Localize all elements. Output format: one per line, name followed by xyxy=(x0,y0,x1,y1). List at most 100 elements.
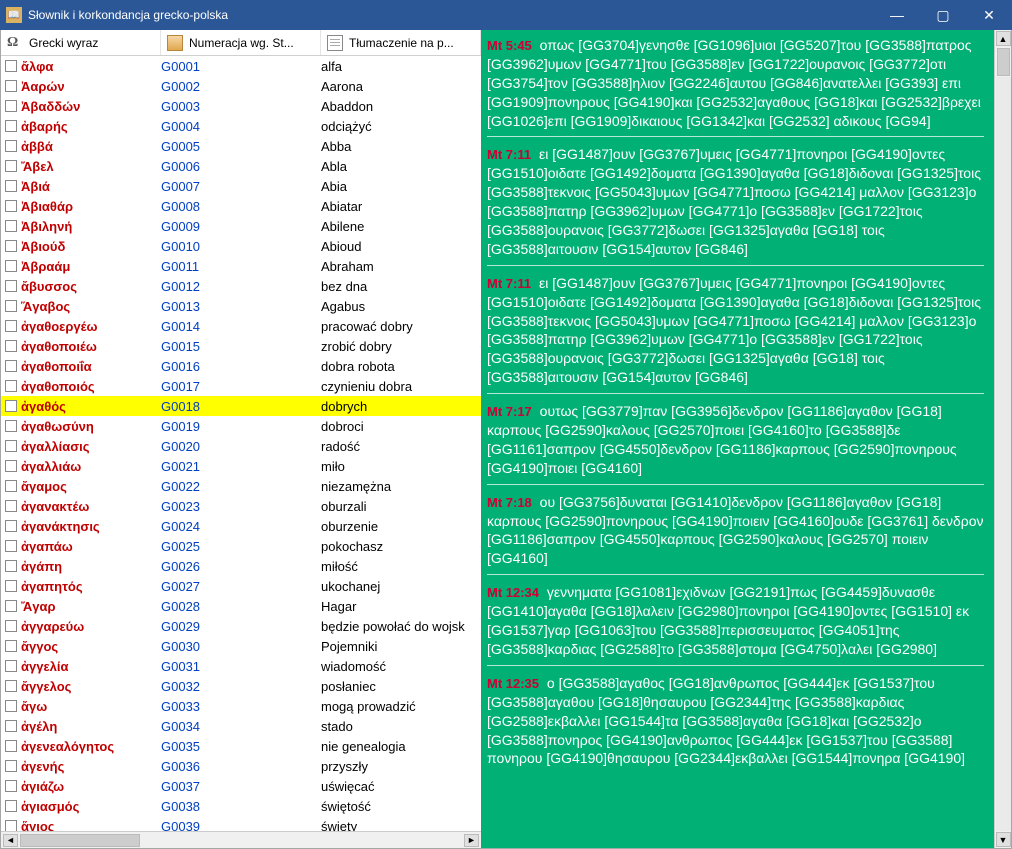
table-row[interactable]: ἈαρώνG0002Aarona xyxy=(1,76,481,96)
concordance-entry[interactable]: Mt 12:35 ο [GG3588]αγαθος [GG18]ανθρωπος… xyxy=(487,674,984,774)
table-row[interactable]: ἄγγελοςG0032posłaniec xyxy=(1,676,481,696)
translation: niezamężna xyxy=(321,479,481,494)
horizontal-scrollbar[interactable]: ◄ ► xyxy=(1,831,481,848)
concordance-panel[interactable]: Mt 5:45 οπως [GG3704]γενησθε [GG1096]υιο… xyxy=(481,30,994,848)
verse-reference: Mt 12:34 xyxy=(487,585,539,600)
concordance-entry[interactable]: Mt 7:17 ουτως [GG3779]παν [GG3956]δενδρο… xyxy=(487,402,984,485)
strong-number: G0005 xyxy=(161,139,321,154)
table-row[interactable]: ἀγαπητόςG0027ukochanej xyxy=(1,576,481,596)
table-row[interactable]: ἄγγοςG0030Pojemniki xyxy=(1,636,481,656)
table-row[interactable]: ἄβυσσοςG0012bez dna xyxy=(1,276,481,296)
strong-number: G0015 xyxy=(161,339,321,354)
app-icon: 📖 xyxy=(6,7,22,23)
verse-text: οπως [GG3704]γενησθε [GG1096]υιοι [GG520… xyxy=(487,37,981,129)
table-row[interactable]: ἀγανάκτησιςG0024oburzenie xyxy=(1,516,481,536)
translation: posłaniec xyxy=(321,679,481,694)
table-row[interactable]: ἈβιληνήG0009Abilene xyxy=(1,216,481,236)
table-row[interactable]: ἀγαλλίασιςG0020radość xyxy=(1,436,481,456)
scroll-left-arrow[interactable]: ◄ xyxy=(3,834,18,847)
table-row[interactable]: ἀγαθοεργέωG0014pracować dobry xyxy=(1,316,481,336)
table-row[interactable]: ἀγενεαλόγητοςG0035nie genealogia xyxy=(1,736,481,756)
table-row[interactable]: ἀγαθοποιΐαG0016dobra robota xyxy=(1,356,481,376)
table-row[interactable]: ἀββάG0005Abba xyxy=(1,136,481,156)
table-row[interactable]: ἀγαθοποιόςG0017czynieniu dobra xyxy=(1,376,481,396)
maximize-button[interactable]: ▢ xyxy=(920,0,966,30)
table-row[interactable]: ἈβιαθάρG0008Abiatar xyxy=(1,196,481,216)
greek-cell: ἀγαθοποιός xyxy=(1,379,161,394)
scroll-thumb-v[interactable] xyxy=(997,48,1010,76)
table-row[interactable]: ἀγαθοποιέωG0015zrobić dobry xyxy=(1,336,481,356)
table-row[interactable]: ἈβιούδG0010Abioud xyxy=(1,236,481,256)
greek-cell: ἀβαρής xyxy=(1,119,161,134)
entry-icon xyxy=(5,700,17,712)
minimize-button[interactable]: — xyxy=(874,0,920,30)
table-row[interactable]: ἈβραάμG0011Abraham xyxy=(1,256,481,276)
table-row[interactable]: ἄλφαG0001alfa xyxy=(1,56,481,76)
entry-icon xyxy=(5,340,17,352)
table-row[interactable]: ἀγαθωσύνηG0019dobroci xyxy=(1,416,481,436)
table-row[interactable]: ἁγιασμόςG0038świętość xyxy=(1,796,481,816)
table-row[interactable]: ἌβελG0006Abla xyxy=(1,156,481,176)
greek-cell: ἁγιάζω xyxy=(1,779,161,794)
header-number[interactable]: Numeracja wg. St... xyxy=(161,30,321,55)
table-row[interactable]: ἅγιοςG0039święty xyxy=(1,816,481,831)
header-translation[interactable]: Tłumaczenie na p... xyxy=(321,30,481,55)
translation: Hagar xyxy=(321,599,481,614)
scroll-right-arrow[interactable]: ► xyxy=(464,834,479,847)
greek-word: ἁγιάζω xyxy=(21,779,64,794)
table-row[interactable]: ἀβαρήςG0004odciążyć xyxy=(1,116,481,136)
greek-cell: ἀγαπάω xyxy=(1,539,161,554)
greek-word: ἀγενής xyxy=(21,759,64,774)
table-row[interactable]: ἀγγελίαG0031wiadomość xyxy=(1,656,481,676)
table-row[interactable]: ἀγαλλιάωG0021miło xyxy=(1,456,481,476)
page-icon xyxy=(327,35,343,51)
scroll-thumb[interactable] xyxy=(20,834,140,847)
strong-number: G0036 xyxy=(161,759,321,774)
header-greek[interactable]: Ω Grecki wyraz xyxy=(1,30,161,55)
strong-number: G0001 xyxy=(161,59,321,74)
greek-cell: ἀγέλη xyxy=(1,719,161,734)
table-row[interactable]: ἀγαπάωG0025pokochasz xyxy=(1,536,481,556)
table-row[interactable]: ἍγαβοςG0013Agabus xyxy=(1,296,481,316)
entry-icon xyxy=(5,400,17,412)
table-row[interactable]: ἄγωG0033mogą prowadzić xyxy=(1,696,481,716)
entry-icon xyxy=(5,480,17,492)
scroll-track[interactable] xyxy=(996,77,1011,831)
scroll-up-arrow[interactable]: ▲ xyxy=(996,31,1011,46)
titlebar[interactable]: 📖 Słownik i korkondancja grecko-polska —… xyxy=(0,0,1012,30)
concordance-entry[interactable]: Mt 7:11 ει [GG1487]ουν [GG3767]υμεις [GG… xyxy=(487,274,984,394)
table-row[interactable]: ἀγάπηG0026miłość xyxy=(1,556,481,576)
table-row[interactable]: ἈβιάG0007Abia xyxy=(1,176,481,196)
greek-word: Ἀβιούδ xyxy=(21,239,65,254)
header-number-label: Numeracja wg. St... xyxy=(189,36,294,50)
table-row[interactable]: ἁγιάζωG0037uświęcać xyxy=(1,776,481,796)
table-row[interactable]: ἀγανακτέωG0023oburzali xyxy=(1,496,481,516)
table-row[interactable]: ἀγενήςG0036przyszły xyxy=(1,756,481,776)
concordance-entry[interactable]: Mt 7:11 ει [GG1487]ουν [GG3767]υμεις [GG… xyxy=(487,145,984,265)
greek-cell: Ἀβιούδ xyxy=(1,239,161,254)
strong-number: G0029 xyxy=(161,619,321,634)
table-row[interactable]: ἌγαρG0028Hagar xyxy=(1,596,481,616)
window-body: Ω Grecki wyraz Numeracja wg. St... Tłuma… xyxy=(0,30,1012,849)
concordance-entry[interactable]: Mt 12:34 γεννηματα [GG1081]εχιδνων [GG21… xyxy=(487,583,984,666)
translation: Abiatar xyxy=(321,199,481,214)
scroll-down-arrow[interactable]: ▼ xyxy=(996,832,1011,847)
concordance-entry[interactable]: Mt 5:45 οπως [GG3704]γενησθε [GG1096]υιο… xyxy=(487,36,984,137)
verse-text: ει [GG1487]ουν [GG3767]υμεις [GG4771]πον… xyxy=(487,275,981,385)
greek-cell: ἁγιασμός xyxy=(1,799,161,814)
greek-word: Ἄγαρ xyxy=(21,599,56,614)
greek-cell: ἀγαλλιάω xyxy=(1,459,161,474)
close-button[interactable]: ✕ xyxy=(966,0,1012,30)
greek-word: ἀββά xyxy=(21,139,53,154)
table-row[interactable]: ἈβαδδώνG0003Abaddon xyxy=(1,96,481,116)
translation: dobroci xyxy=(321,419,481,434)
table-row[interactable]: ἀγαθόςG0018dobrych xyxy=(1,396,481,416)
table-row[interactable]: ἄγαμοςG0022niezamężna xyxy=(1,476,481,496)
concordance-entry[interactable]: Mt 7:18 ου [GG3756]δυναται [GG1410]δενδρ… xyxy=(487,493,984,576)
table-row[interactable]: ἀγγαρεύωG0029będzie powołać do wojsk xyxy=(1,616,481,636)
table-row[interactable]: ἀγέληG0034stado xyxy=(1,716,481,736)
greek-cell: ἀγανάκτησις xyxy=(1,519,161,534)
vertical-scrollbar[interactable]: ▲ ▼ xyxy=(994,30,1011,848)
header-translation-label: Tłumaczenie na p... xyxy=(349,36,454,50)
dictionary-list[interactable]: ἄλφαG0001alfaἈαρώνG0002AaronaἈβαδδώνG000… xyxy=(1,56,481,831)
